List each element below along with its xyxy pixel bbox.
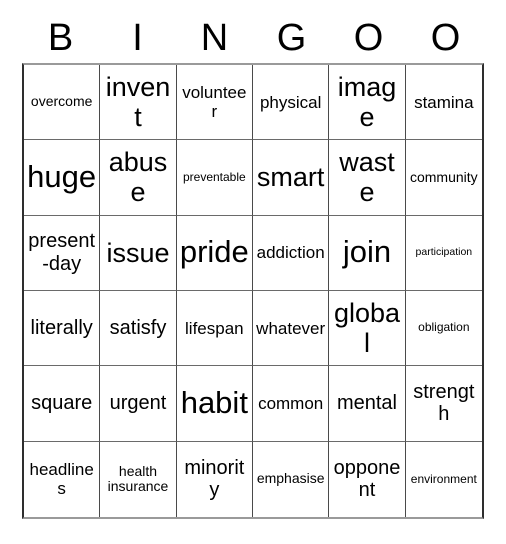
bingo-cell[interactable]: health insurance — [100, 441, 177, 517]
bingo-cell-label: community — [409, 168, 478, 185]
bingo-cell[interactable]: mental — [329, 366, 406, 442]
bingo-cell[interactable]: emphasise — [253, 441, 330, 517]
bingo-cell-label: common — [258, 393, 324, 413]
bingo-header-letter-3: N — [200, 17, 229, 59]
bingo-header-letter-4: G — [276, 17, 307, 59]
bingo-header-row: B I N G O O — [22, 13, 484, 63]
bingo-cell-label: minority — [184, 456, 245, 502]
bingo-cell[interactable]: satisfy — [100, 291, 177, 367]
bingo-cell[interactable]: literally — [24, 291, 101, 367]
bingo-cell-label: image — [337, 71, 397, 133]
bingo-cell[interactable]: smart — [253, 140, 330, 216]
bingo-cell[interactable]: global — [329, 291, 406, 367]
bingo-cell-label: global — [333, 297, 401, 359]
bingo-cell[interactable]: habit — [176, 366, 253, 442]
bingo-cell-label: addiction — [256, 243, 325, 263]
bingo-grid: overcome invent volunteer physical image stam… — [22, 63, 484, 519]
bingo-cell-label: present-day — [28, 230, 96, 275]
bingo-cell[interactable]: present-day — [24, 215, 101, 291]
bingo-cell-label: huge — [27, 159, 97, 195]
bingo-cell[interactable]: environment — [405, 441, 482, 517]
bingo-cell-label: health insurance — [107, 462, 169, 495]
bingo-cell-label: physical — [259, 92, 322, 112]
bingo-cell-label: abuse — [108, 147, 168, 208]
bingo-header-letter-5: O — [353, 17, 384, 59]
bingo-cell-label: join — [342, 234, 392, 270]
bingo-cell[interactable]: invent — [100, 65, 177, 141]
bingo-header-letter-6: O — [430, 17, 461, 59]
bingo-cell-label: pride — [179, 234, 249, 270]
bingo-cell-label: satisfy — [109, 316, 167, 339]
bingo-cell-label: obligation — [418, 320, 470, 335]
bingo-cell[interactable]: headlines — [24, 441, 101, 517]
bingo-cell[interactable]: opponent — [329, 441, 406, 517]
bingo-cell-label: headlines — [29, 460, 94, 499]
bingo-cell[interactable]: urgent — [100, 366, 177, 442]
bingo-cell-label: issue — [106, 237, 170, 268]
bingo-cell-label: stamina — [414, 92, 474, 112]
bingo-cell[interactable]: lifespan — [176, 291, 253, 367]
bingo-cell[interactable]: preventable — [176, 140, 253, 216]
bingo-cell-label: square — [31, 392, 93, 415]
bingo-cell-label: mental — [336, 392, 397, 415]
bingo-cell[interactable]: join — [329, 215, 406, 291]
bingo-cell[interactable]: whatever — [253, 291, 330, 367]
bingo-cell-label: overcome — [30, 93, 93, 110]
bingo-cell-label: urgent — [109, 392, 167, 415]
bingo-cell[interactable]: strength — [405, 366, 482, 442]
bingo-cell-label: preventable — [182, 169, 246, 184]
bingo-cell[interactable]: huge — [24, 140, 101, 216]
bingo-cell[interactable]: common — [253, 366, 330, 442]
bingo-cell-label: emphasise — [256, 470, 325, 487]
bingo-cell-label: waste — [339, 147, 395, 208]
bingo-cell-label: participation — [415, 245, 473, 258]
bingo-cell[interactable]: minority — [176, 441, 253, 517]
bingo-cell[interactable]: issue — [100, 215, 177, 291]
bingo-cell-label: smart — [256, 162, 325, 193]
bingo-card: B I N G O O overcome invent volunteer physi… — [0, 0, 506, 544]
bingo-cell-label: literally — [30, 316, 93, 339]
bingo-cell-label: lifespan — [185, 318, 244, 338]
bingo-cell[interactable]: obligation — [405, 291, 482, 367]
bingo-cell[interactable]: physical — [253, 65, 330, 141]
bingo-cell[interactable]: abuse — [100, 140, 177, 216]
bingo-header-letter-1: B — [47, 17, 74, 59]
bingo-cell-label: environment — [410, 471, 477, 486]
bingo-cell[interactable]: addiction — [253, 215, 330, 291]
bingo-cell[interactable]: overcome — [24, 65, 101, 141]
bingo-cell-label: invent — [105, 71, 171, 133]
bingo-header-letter-2: I — [132, 17, 143, 59]
bingo-cell-label: habit — [180, 385, 248, 421]
bingo-cell[interactable]: community — [405, 140, 482, 216]
bingo-cell-label: strength — [413, 381, 475, 426]
bingo-cell[interactable]: pride — [176, 215, 253, 291]
bingo-cell-label: volunteer — [182, 83, 247, 122]
bingo-cell-label: whatever — [256, 318, 326, 338]
bingo-cell[interactable]: waste — [329, 140, 406, 216]
bingo-cell[interactable]: stamina — [405, 65, 482, 141]
bingo-cell[interactable]: volunteer — [176, 65, 253, 141]
bingo-cell[interactable]: participation — [405, 215, 482, 291]
bingo-cell-label: opponent — [333, 456, 401, 502]
bingo-cell[interactable]: square — [24, 366, 101, 442]
bingo-cell[interactable]: image — [329, 65, 406, 141]
